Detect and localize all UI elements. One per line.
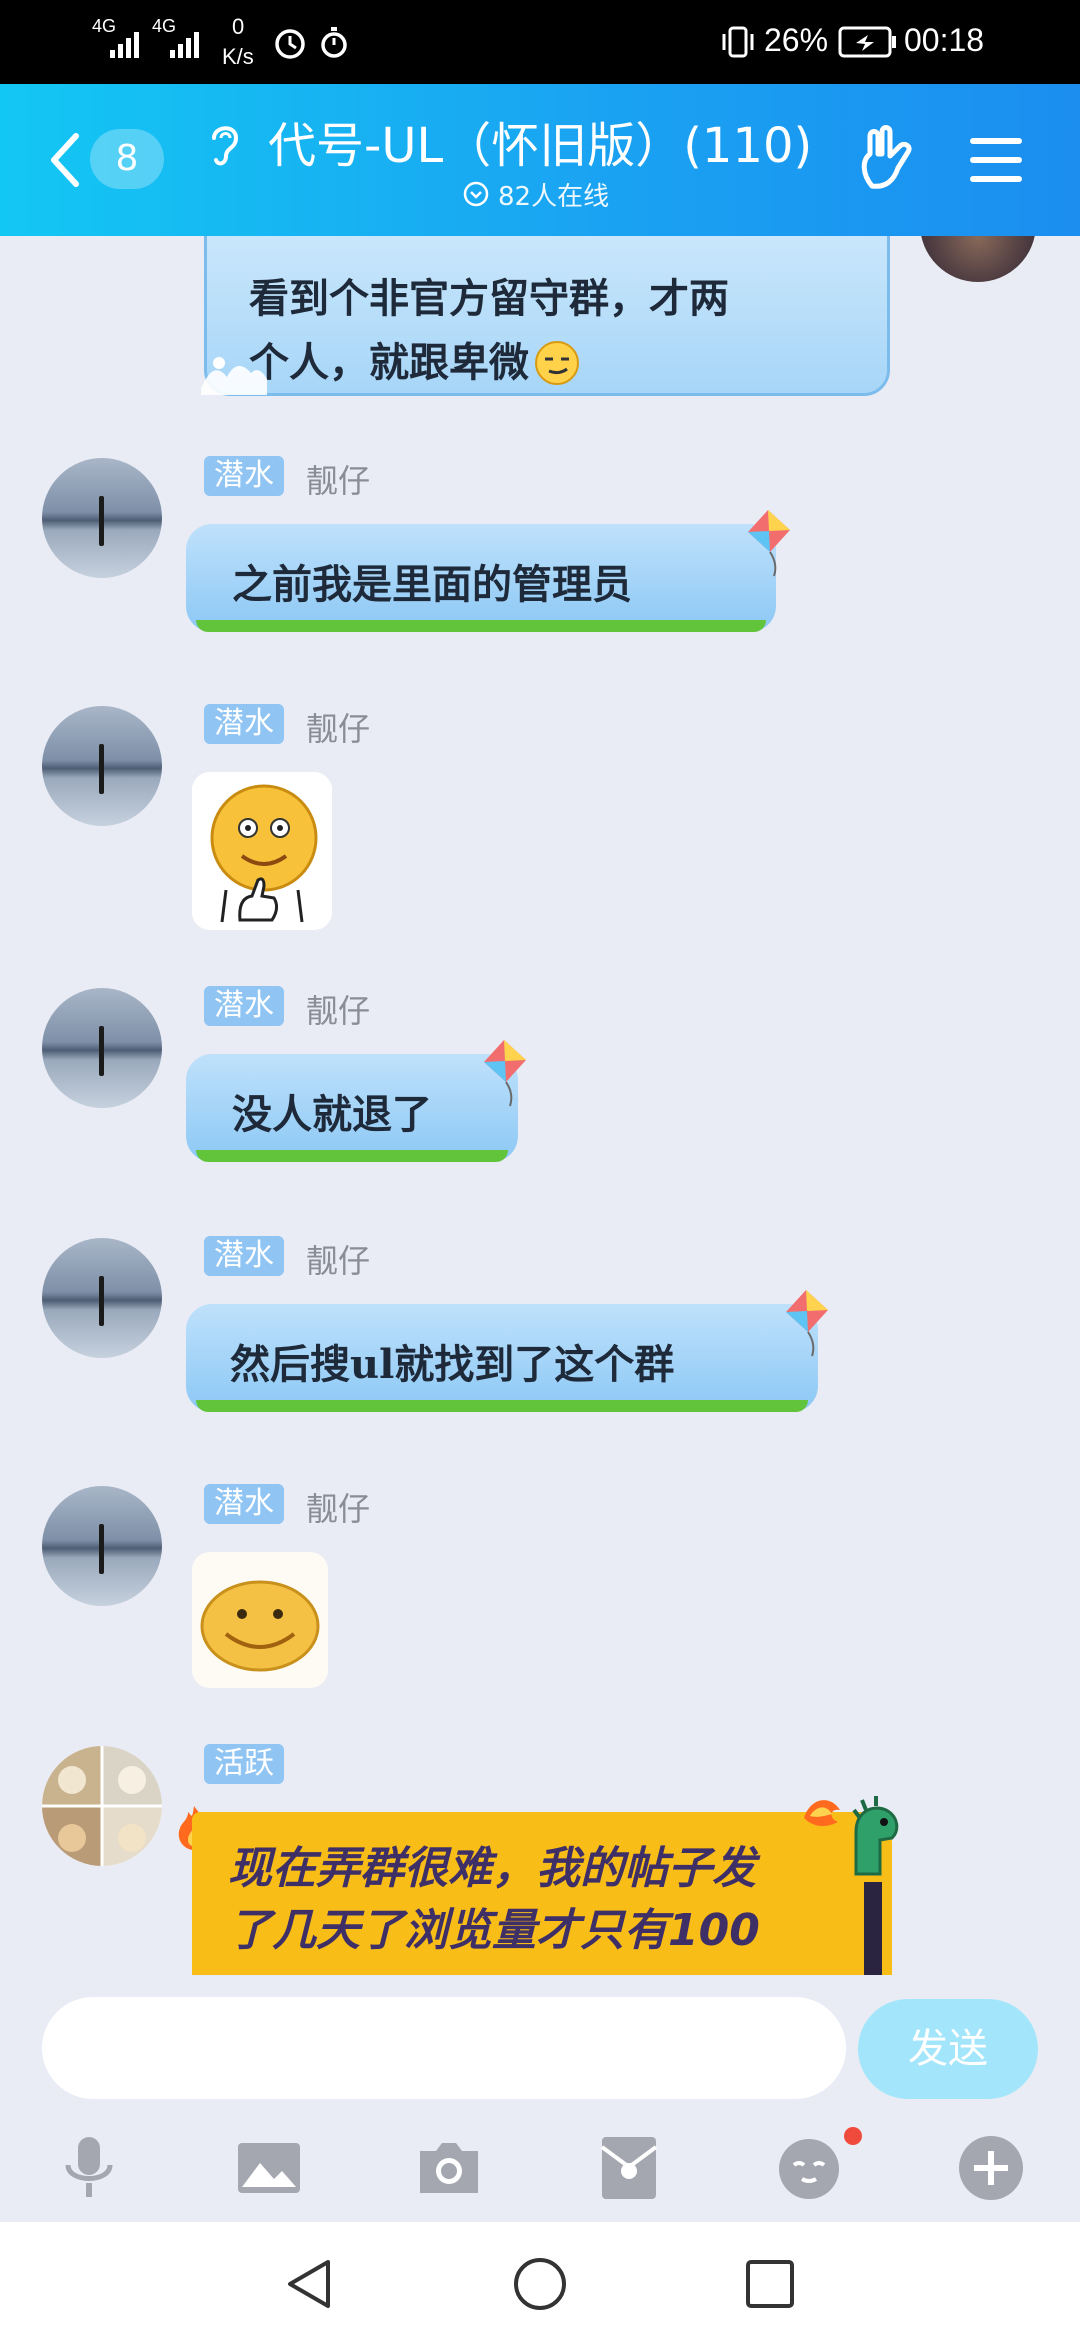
message-bubble[interactable]: 之前我是里面的管理员 bbox=[186, 524, 776, 632]
sender-nickname[interactable]: 靓仔 bbox=[306, 456, 370, 502]
message-text: 然后搜ul就找到了这个群 bbox=[230, 1341, 675, 1388]
vibrate-icon bbox=[722, 26, 754, 58]
battery-percent: 26% bbox=[764, 22, 829, 58]
message-text-line: 了几天了浏览量才只有100 bbox=[228, 1905, 760, 1956]
status-bar: 4G 4G 0 K/s 26% 00:18 bbox=[0, 0, 1080, 84]
sticker-image[interactable] bbox=[192, 1552, 328, 1688]
microphone-icon[interactable] bbox=[54, 2133, 124, 2203]
hand-gesture-icon[interactable] bbox=[856, 124, 926, 198]
composer: 发送 bbox=[0, 1975, 1080, 2115]
chat-header: 8 代号-UL（怀旧版）(110) 82人在线 bbox=[0, 84, 1080, 236]
sender-nickname[interactable]: 靓仔 bbox=[306, 704, 370, 750]
online-status-icon bbox=[463, 181, 489, 207]
avatar[interactable] bbox=[42, 1238, 162, 1358]
online-count[interactable]: 82人在线 bbox=[498, 176, 609, 213]
message-list[interactable]: 看到个非官方留守群，才两 个人，就跟卑微 潜水 靓仔 之前我是里面的管理员 潜水… bbox=[0, 236, 1080, 1975]
unread-count-badge[interactable]: 8 bbox=[90, 129, 164, 189]
message-text: 之前我是里面的管理员 bbox=[232, 561, 632, 608]
send-button[interactable]: 发送 bbox=[858, 1999, 1038, 2099]
kite-icon bbox=[786, 1290, 828, 1357]
plus-icon[interactable] bbox=[956, 2133, 1026, 2203]
thumbs-up-face-sticker-icon bbox=[192, 772, 332, 930]
message-bubble[interactable]: 看到个非官方留守群，才两 个人，就跟卑微 bbox=[201, 236, 890, 396]
message-bubble[interactable]: 现在弄群很难，我的帖子发 了几天了浏览量才只有100 bbox=[192, 1812, 892, 1975]
menu-icon[interactable] bbox=[966, 134, 1026, 186]
image-icon[interactable] bbox=[234, 2133, 304, 2203]
message-text-line: 现在弄群很难，我的帖子发 bbox=[228, 1843, 756, 1894]
ear-icon[interactable] bbox=[206, 120, 242, 170]
avatar[interactable] bbox=[42, 458, 162, 578]
system-nav-bar bbox=[0, 2222, 1080, 2340]
member-level-badge: 潜水 bbox=[204, 986, 284, 1026]
kite-icon bbox=[484, 1040, 526, 1107]
member-level-badge: 潜水 bbox=[204, 1236, 284, 1276]
kite-icon bbox=[748, 510, 790, 577]
timer-icon bbox=[321, 27, 347, 58]
nav-back-icon[interactable] bbox=[282, 2256, 336, 2312]
battery-charging-icon bbox=[838, 26, 896, 58]
avatar[interactable] bbox=[42, 1486, 162, 1606]
sender-nickname[interactable]: 靓仔 bbox=[306, 1236, 370, 1282]
notification-dot bbox=[844, 2127, 862, 2145]
message-bubble[interactable]: 然后搜ul就找到了这个群 bbox=[186, 1304, 818, 1412]
nav-home-icon[interactable] bbox=[512, 2256, 568, 2312]
member-level-badge: 潜水 bbox=[204, 1484, 284, 1524]
red-packet-icon[interactable] bbox=[594, 2133, 664, 2203]
signal-2-icon bbox=[170, 32, 199, 58]
wave-decoration-icon bbox=[201, 357, 267, 395]
sender-nickname[interactable]: 靓仔 bbox=[306, 986, 370, 1032]
member-level-badge: 潜水 bbox=[204, 456, 284, 496]
net-speed-unit: K/s bbox=[222, 44, 254, 69]
back-arrow-icon[interactable] bbox=[44, 130, 84, 190]
avatar[interactable] bbox=[42, 1746, 162, 1866]
group-title[interactable]: 代号-UL（怀旧版）(110) bbox=[268, 106, 812, 176]
message-text: 个人，就跟卑微 bbox=[249, 339, 529, 386]
message-input[interactable] bbox=[42, 1997, 846, 2099]
camera-icon[interactable] bbox=[414, 2133, 484, 2203]
smiling-face-sticker-icon bbox=[192, 1552, 328, 1688]
message-text-line: 个人，就跟卑微 bbox=[249, 331, 887, 395]
member-level-badge: 潜水 bbox=[204, 704, 284, 744]
bubble-edge bbox=[864, 1882, 882, 1975]
member-level-badge: 活跃 bbox=[204, 1744, 284, 1784]
avatar[interactable] bbox=[920, 236, 1036, 282]
message-bubble[interactable]: 没人就退了 bbox=[186, 1054, 518, 1162]
cat-collage-avatar-icon bbox=[42, 1746, 162, 1866]
avatar[interactable] bbox=[42, 988, 162, 1108]
dinosaur-fire-icon bbox=[804, 1796, 899, 1876]
emoji-icon[interactable] bbox=[774, 2133, 844, 2203]
net-speed-value: 0 bbox=[232, 14, 245, 39]
signal-1-icon bbox=[110, 32, 139, 58]
sender-nickname[interactable]: 靓仔 bbox=[306, 1484, 370, 1530]
message-text: 没人就退了 bbox=[232, 1091, 432, 1138]
message-text-line: 看到个非官方留守群，才两 bbox=[249, 275, 729, 322]
clock-time: 00:18 bbox=[904, 22, 985, 58]
nav-recents-icon[interactable] bbox=[744, 2258, 796, 2310]
alarm-icon bbox=[275, 29, 305, 59]
input-toolbar bbox=[0, 2115, 1080, 2220]
smirk-emoji-icon bbox=[535, 341, 579, 385]
avatar[interactable] bbox=[42, 706, 162, 826]
sticker-image[interactable] bbox=[192, 772, 332, 930]
